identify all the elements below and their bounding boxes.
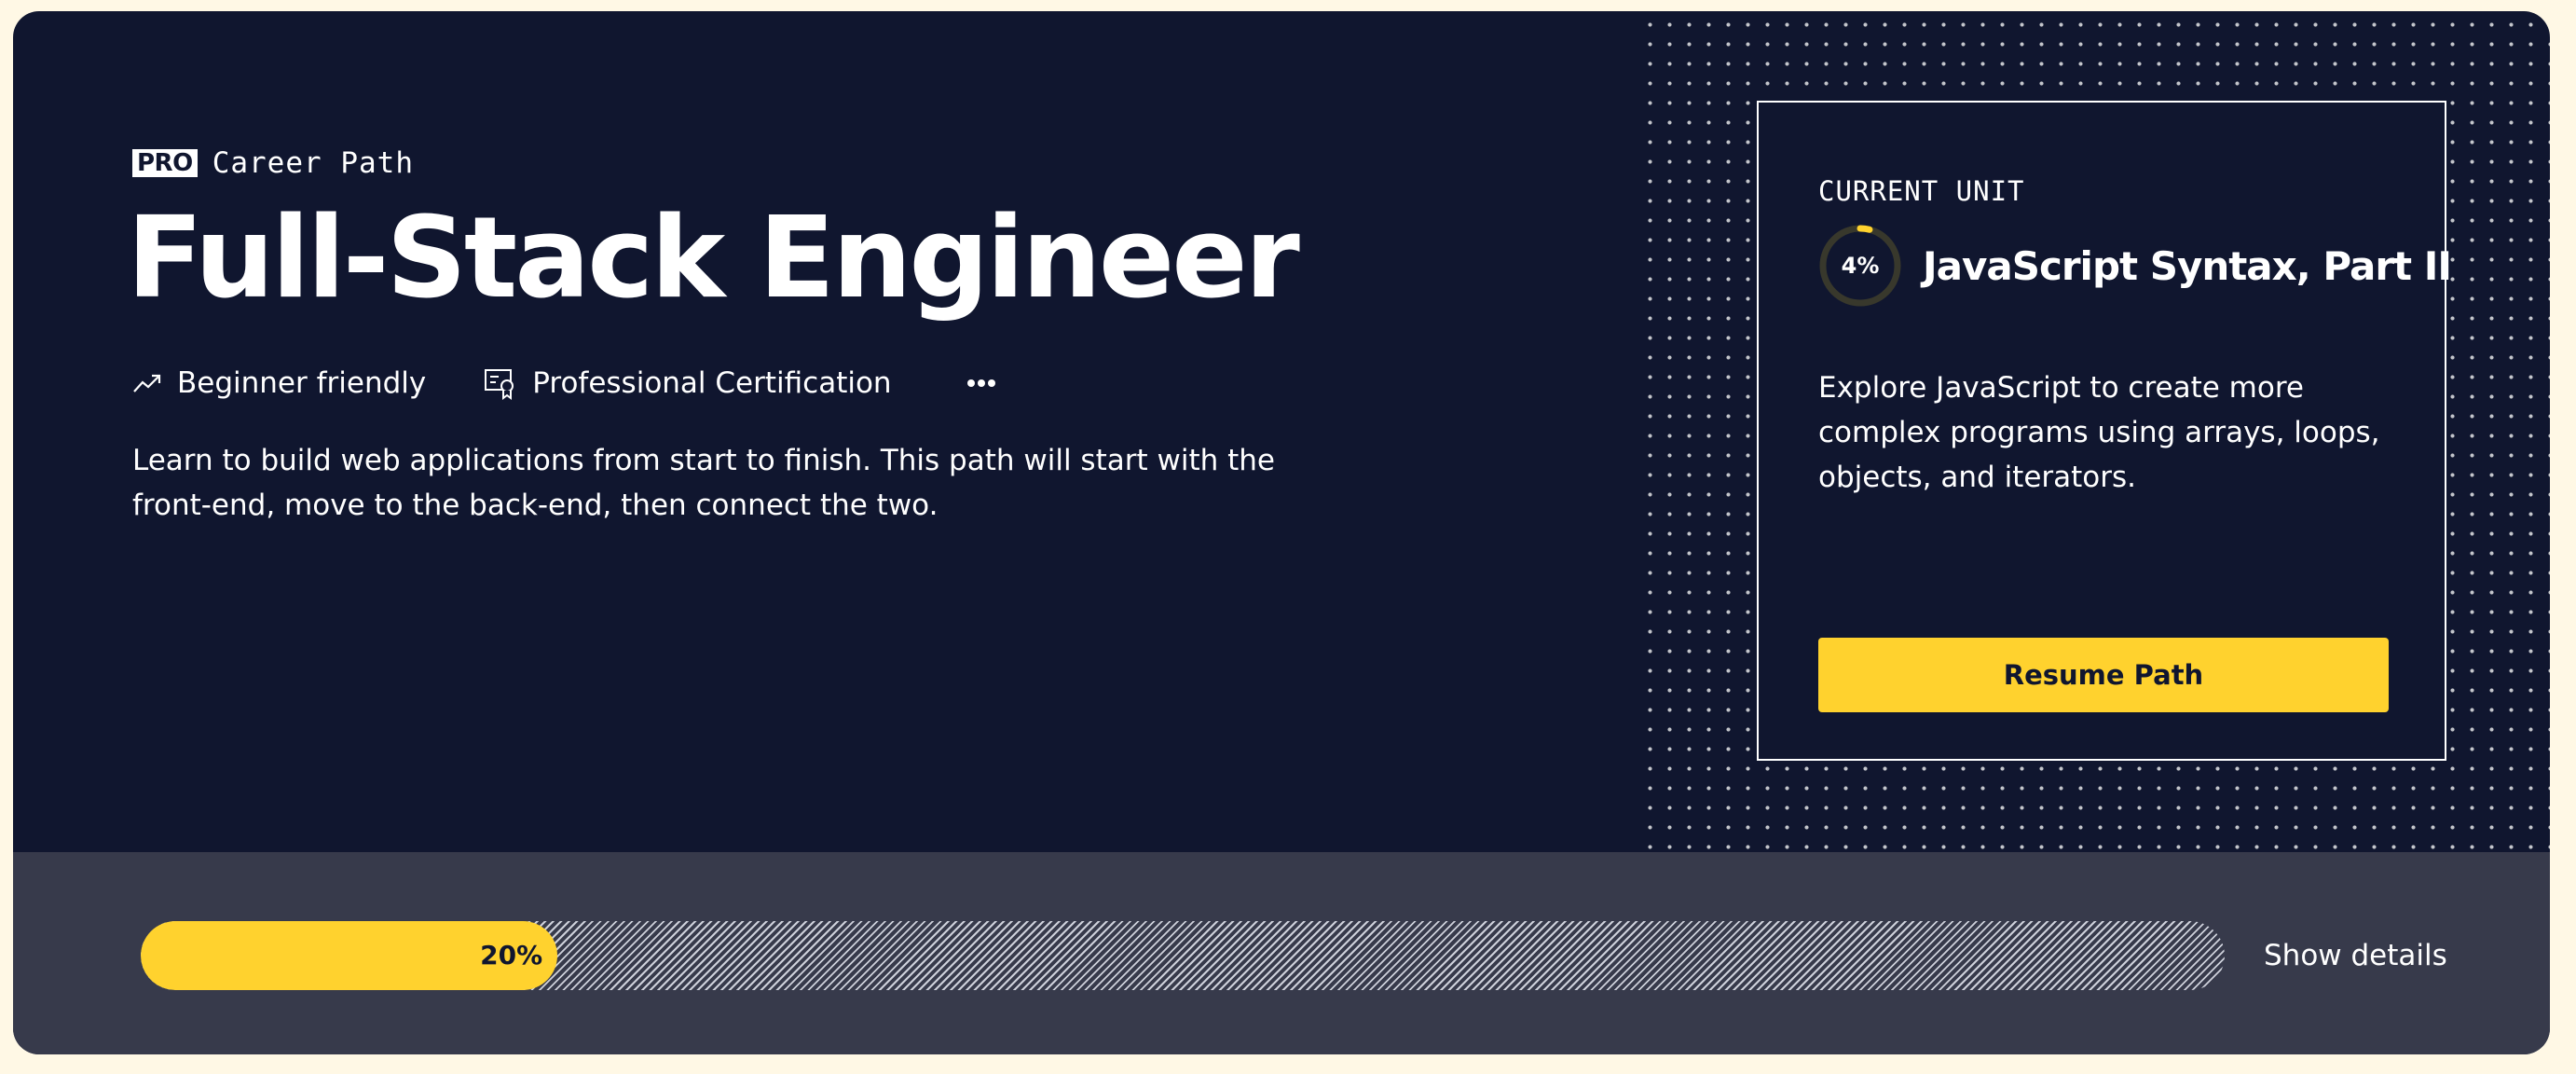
progress-footer: 20% Show details <box>13 852 2550 1054</box>
resume-path-button[interactable]: Resume Path <box>1818 638 2389 712</box>
current-unit-label: CURRENT UNIT <box>1818 175 2025 207</box>
tag-beginner-friendly: Beginner friendly <box>132 366 426 400</box>
unit-progress-ring: 4% <box>1816 222 1904 310</box>
certificate-icon <box>485 369 514 400</box>
show-details-button[interactable]: Show details <box>2264 932 2447 979</box>
current-unit-panel: CURRENT UNIT 4% JavaScript Syntax, Part … <box>1757 101 2452 761</box>
more-horizontal-icon <box>966 379 995 387</box>
unit-progress-percent: 4% <box>1841 253 1880 279</box>
current-unit-title: JavaScript Syntax, Part II <box>1923 242 2452 289</box>
tag-professional-certification: Professional Certification <box>484 366 892 400</box>
current-unit-header: 4% JavaScript Syntax, Part II <box>1816 222 2452 310</box>
path-type-label: Career Path <box>212 146 414 180</box>
more-options-button[interactable] <box>966 378 996 389</box>
path-description: Learn to build web applications from sta… <box>132 444 1275 522</box>
path-progress-fill: 20% <box>141 921 558 990</box>
path-tags: Beginner friendly Professional Certifica… <box>132 362 996 405</box>
trend-up-icon <box>133 374 161 392</box>
career-path-card: PRO Career Path Full-Stack Engineer Begi… <box>13 11 2550 1054</box>
pro-badge: PRO <box>132 149 198 177</box>
path-progress-bar: 20% <box>141 921 2225 990</box>
current-unit-description: Explore JavaScript to create more comple… <box>1818 371 2380 494</box>
path-eyebrow: PRO Career Path <box>132 146 414 180</box>
path-progress-percent: 20% <box>480 940 543 971</box>
tag-label: Beginner friendly <box>177 366 427 400</box>
tag-label: Professional Certification <box>532 366 892 400</box>
page-title: Full-Stack Engineer <box>127 194 1300 324</box>
